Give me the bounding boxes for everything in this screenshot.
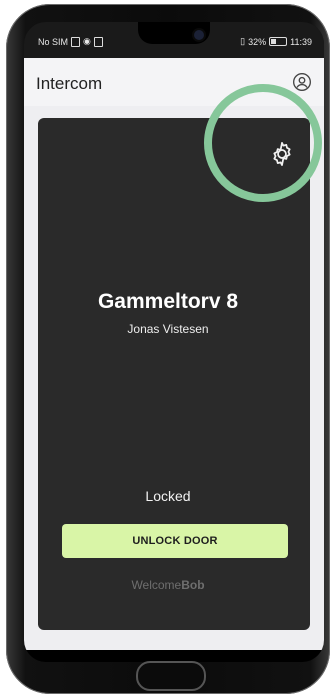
- home-button-physical[interactable]: [136, 661, 206, 691]
- front-camera: [194, 30, 204, 40]
- vibrate-icon: ▯: [240, 36, 246, 46]
- sim-icon: [71, 36, 81, 47]
- page-title: Intercom: [36, 74, 103, 93]
- status-right: ▯ 32% 11:39: [240, 36, 312, 47]
- unlock-door-button[interactable]: UNLOCK DOOR: [62, 524, 288, 558]
- clock: 11:39: [290, 36, 312, 47]
- wifi-icon: ◉: [83, 36, 91, 46]
- account-circle-icon[interactable]: [292, 72, 312, 92]
- brand-bold: Bob: [181, 578, 205, 592]
- battery-icon: [269, 37, 288, 46]
- unlock-door-label: UNLOCK DOOR: [132, 535, 218, 547]
- battery-percent: 32%: [248, 36, 267, 47]
- lock-status-label: Locked: [145, 488, 191, 504]
- location-name: Gammeltorv 8: [97, 290, 239, 313]
- brand-logo: WelcomeBob: [0, 578, 336, 592]
- resident-name: Jonas Vistesen: [127, 322, 209, 336]
- status-left: No SIM ◉: [38, 36, 103, 47]
- status-bar: No SIM ◉ ▯ 32% 11:39: [24, 22, 324, 58]
- brand-light: Welcome: [131, 578, 182, 592]
- carrier-label: No SIM: [38, 36, 69, 47]
- nfc-icon: [93, 36, 103, 47]
- highlight-ring: [204, 84, 322, 202]
